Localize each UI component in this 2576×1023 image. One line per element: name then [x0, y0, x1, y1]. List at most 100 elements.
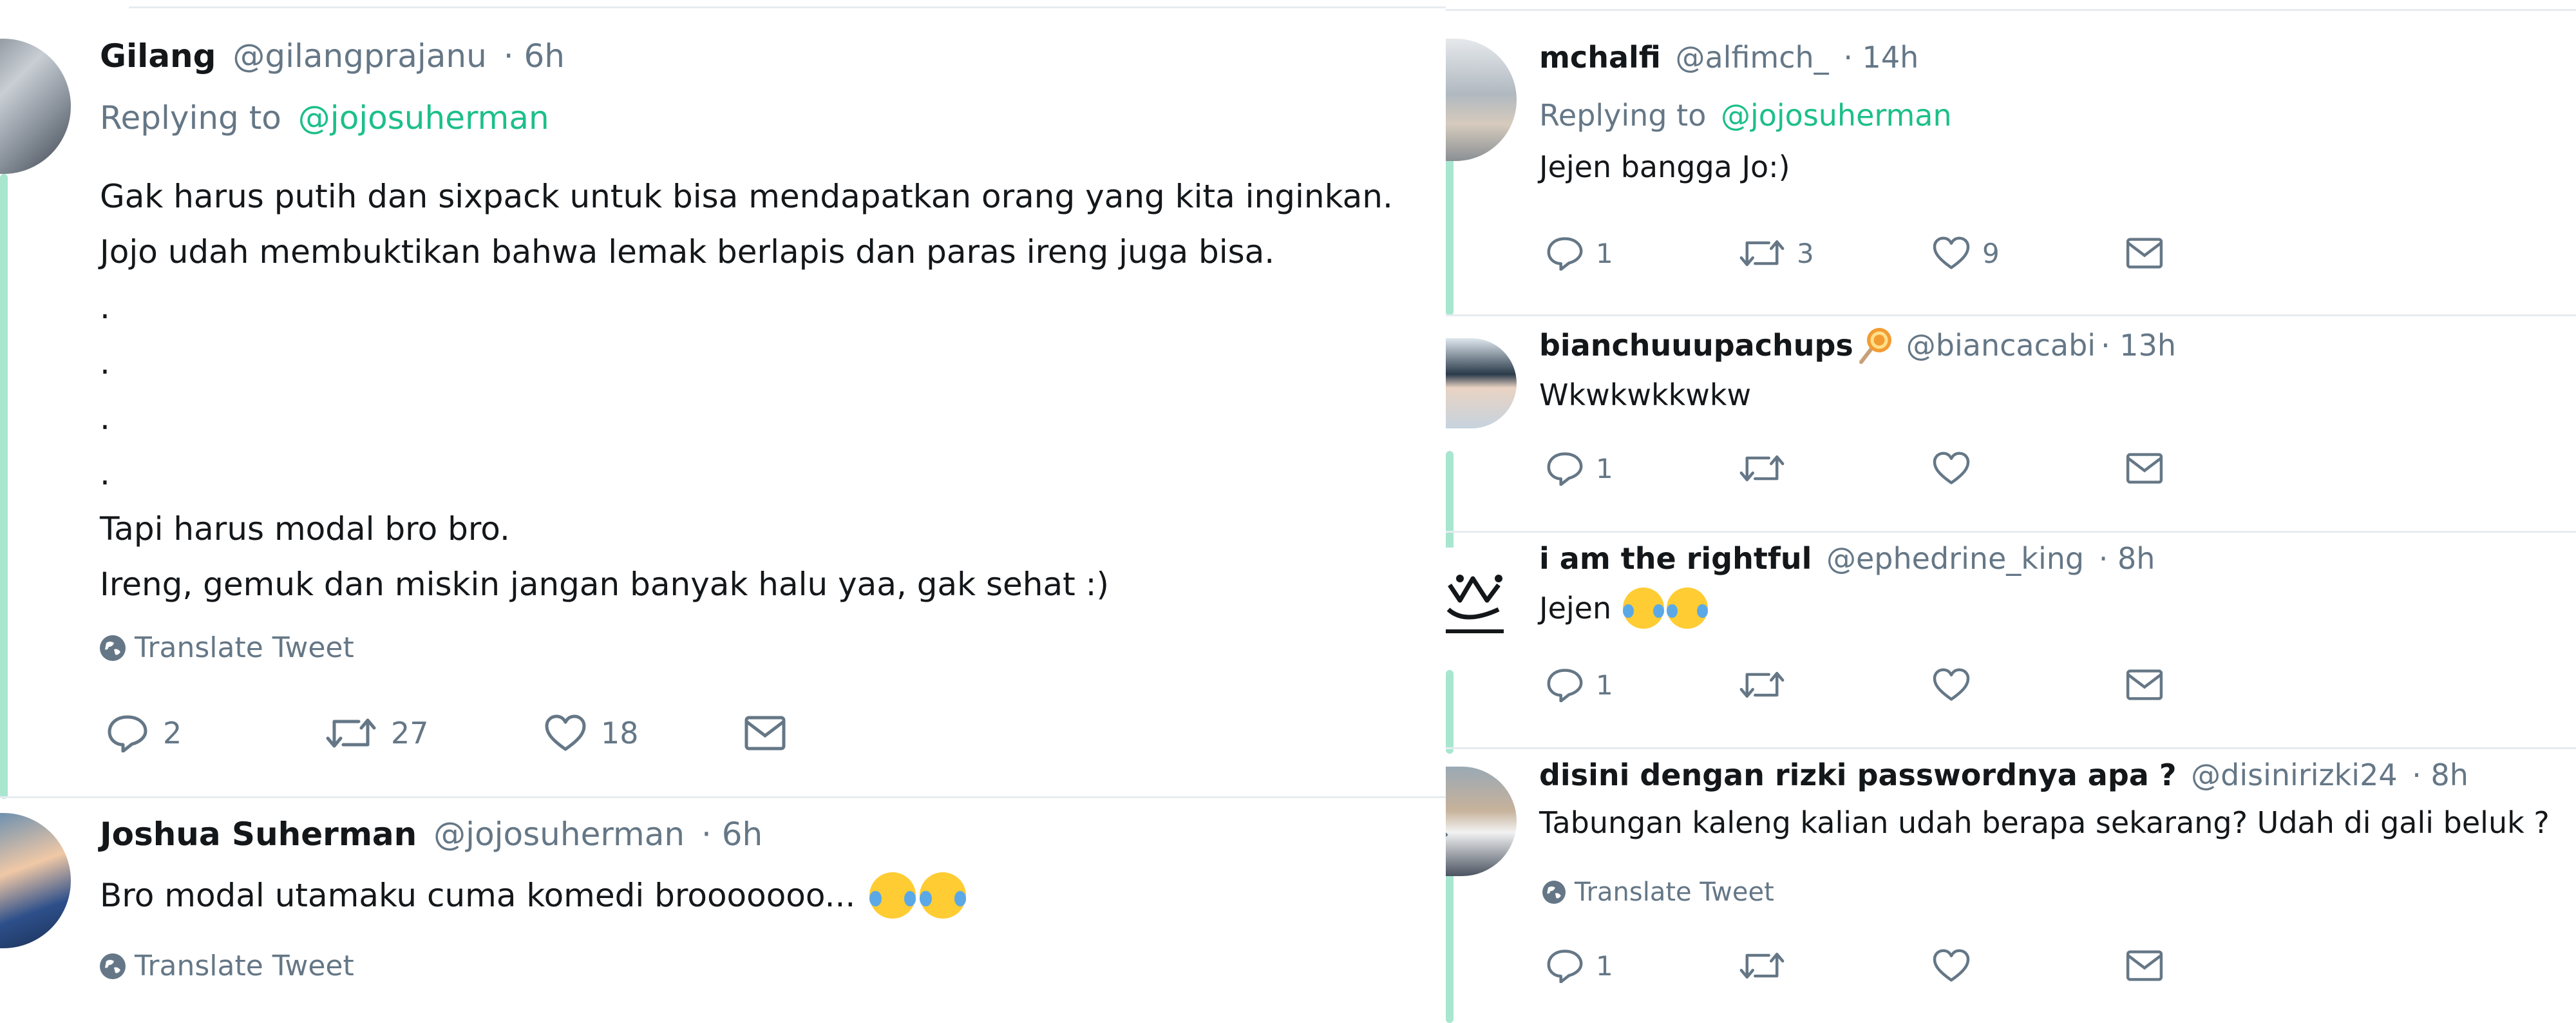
globe-icon — [100, 635, 126, 661]
tweet-time[interactable]: · 14h — [1843, 40, 1918, 75]
author-handle[interactable]: @alfimch_ — [1675, 40, 1828, 75]
tweet-header: mchalfi @alfimch_ · 14h — [1539, 40, 1952, 75]
author-name[interactable]: mchalfi — [1539, 40, 1661, 75]
tweet-header: bianchuuupachups @biancacabi · 13h — [1539, 326, 2176, 365]
lollipop-emoji-icon — [1856, 326, 1895, 365]
reply-count: 1 — [1596, 669, 1613, 701]
tweet-separator — [1446, 314, 2576, 316]
tweet-header: disini dengan rizki passwordnya apa ? @d… — [1539, 758, 2550, 792]
author-name[interactable]: disini dengan rizki passwordnya apa ? — [1539, 758, 2177, 792]
author-name[interactable]: Joshua Suherman — [100, 816, 417, 853]
translate-label: Translate Tweet — [135, 950, 354, 982]
author-handle[interactable]: @biancacabi — [1906, 328, 2096, 363]
translate-tweet-link[interactable]: Translate Tweet — [100, 950, 354, 982]
chevron-down-icon[interactable] — [1446, 825, 1452, 850]
tweet-time[interactable]: · 8h — [2099, 541, 2155, 576]
reply-icon — [1546, 236, 1584, 271]
avatar-gilang[interactable] — [0, 39, 71, 174]
tweet-text: Jejen — [1539, 588, 2155, 629]
tweet-time[interactable]: · 6h — [701, 816, 762, 853]
retweet-button[interactable] — [1739, 669, 1932, 701]
tweet-text: Bro modal utamaku cuma komedi brooooooo.… — [100, 872, 967, 919]
translate-tweet-link[interactable]: Translate Tweet — [100, 631, 354, 664]
like-button[interactable]: 18 — [544, 714, 744, 752]
direct-message-button[interactable] — [2125, 669, 2164, 701]
tweet-text-line: Ireng, gemuk dan miskin jangan banyak ha… — [100, 566, 1109, 603]
tweet-time[interactable]: · 13h — [2101, 328, 2176, 363]
reply-button[interactable]: 1 — [1546, 451, 1739, 486]
author-name[interactable]: bianchuuupachups — [1539, 328, 1853, 363]
retweet-icon — [1739, 669, 1785, 701]
avatar-bianchuuupachups[interactable] — [1446, 338, 1517, 428]
direct-message-button[interactable] — [2125, 237, 2164, 269]
tears-of-joy-emoji-icon — [1623, 588, 1665, 629]
right-replies-panel: mchalfi @alfimch_ · 14h Replying to @joj… — [1446, 0, 2576, 1023]
replying-handle-link[interactable]: @jojosuherman — [1721, 98, 1952, 133]
reply-icon — [1546, 948, 1584, 983]
author-name[interactable]: i am the rightful — [1539, 541, 1812, 576]
tears-of-joy-emoji-icon — [920, 872, 967, 919]
reply-icon — [106, 714, 149, 752]
left-thread-panel: Gilang @gilangprajanu · 6h Replying to @… — [0, 0, 1446, 1023]
direct-message-button[interactable] — [2125, 452, 2164, 484]
tweet-time[interactable]: · 8h — [2412, 758, 2468, 792]
tweet-time[interactable]: · 6h — [504, 37, 565, 75]
retweet-icon — [1739, 950, 1785, 982]
author-handle[interactable]: @gilangprajanu — [232, 37, 486, 75]
retweet-button[interactable] — [1739, 950, 1932, 982]
tweet-joshua[interactable]: Joshua Suherman @jojosuherman · 6h Bro m… — [100, 816, 967, 919]
like-button[interactable] — [1932, 452, 2125, 485]
tweet-gilang[interactable]: Gilang @gilangprajanu · 6h Replying to @… — [100, 37, 565, 137]
reply-disinirizki24[interactable]: disini dengan rizki passwordnya apa ? @d… — [1539, 758, 2550, 840]
thread-connector — [1446, 451, 1454, 554]
avatar-mchalfi[interactable] — [1446, 39, 1517, 161]
author-handle[interactable]: @disinirizki24 — [2191, 758, 2397, 792]
reply-icon — [1546, 451, 1584, 486]
direct-message-button[interactable] — [2125, 950, 2164, 982]
reply-icon — [1546, 667, 1584, 702]
like-button[interactable] — [1932, 949, 2125, 982]
author-handle[interactable]: @jojosuherman — [433, 816, 685, 853]
tweet-text: Tabungan kaleng kalian udah berapa sekar… — [1539, 805, 2550, 840]
avatar-disinirizki24[interactable] — [1446, 767, 1517, 876]
reply-button[interactable]: 1 — [1546, 948, 1739, 983]
reply-count: 1 — [1596, 237, 1613, 269]
author-name[interactable]: Gilang — [100, 37, 216, 75]
reply-bianchuuupachups[interactable]: bianchuuupachups @biancacabi · 13h Wkwkw… — [1539, 326, 2176, 412]
heart-icon — [544, 714, 587, 752]
tweet-body: Gak harus putih dan sixpack untuk bisa m… — [100, 169, 1393, 612]
top-separator — [129, 6, 1446, 8]
tears-of-joy-emoji-icon — [1667, 588, 1709, 629]
reply-button[interactable]: 2 — [106, 714, 325, 752]
envelope-icon — [2125, 452, 2164, 484]
like-button[interactable] — [1932, 668, 2125, 702]
tweet-actions: 1 — [1546, 667, 2164, 702]
author-handle[interactable]: @ephedrine_king — [1826, 541, 2084, 576]
retweet-button[interactable]: 3 — [1739, 237, 1932, 269]
retweet-button[interactable]: 27 — [325, 715, 544, 751]
retweet-icon — [1739, 237, 1785, 269]
reply-button[interactable]: 1 — [1546, 667, 1739, 702]
direct-message-button[interactable] — [744, 715, 786, 751]
reply-count: 1 — [1596, 452, 1613, 484]
retweet-button[interactable] — [1739, 452, 1932, 484]
heart-icon — [1932, 668, 1971, 702]
reply-button[interactable]: 1 — [1546, 236, 1739, 271]
tweet-actions: 1 3 9 — [1546, 236, 2164, 271]
translate-tweet-link[interactable]: Translate Tweet — [1542, 877, 1774, 907]
envelope-icon — [2125, 950, 2164, 982]
tweet-actions: 1 — [1546, 948, 2164, 983]
tweet-text-line: Jojo udah membuktikan bahwa lemak berlap… — [100, 233, 1275, 271]
avatar-joshua[interactable] — [0, 813, 71, 948]
like-button[interactable]: 9 — [1932, 236, 2125, 270]
reply-count: 1 — [1596, 950, 1613, 982]
avatar-i-am-the-rightful[interactable] — [1446, 548, 1517, 644]
reply-mchalfi[interactable]: mchalfi @alfimch_ · 14h Replying to @joj… — [1539, 40, 1952, 184]
retweet-icon — [325, 715, 377, 751]
envelope-icon — [2125, 237, 2164, 269]
envelope-icon — [2125, 669, 2164, 701]
thread-connector — [1446, 670, 1454, 754]
replying-handle-link[interactable]: @jojosuherman — [298, 99, 549, 137]
reply-i-am-the-rightful[interactable]: i am the rightful @ephedrine_king · 8h J… — [1539, 541, 2155, 629]
tears-of-joy-emoji-icon — [869, 872, 916, 919]
